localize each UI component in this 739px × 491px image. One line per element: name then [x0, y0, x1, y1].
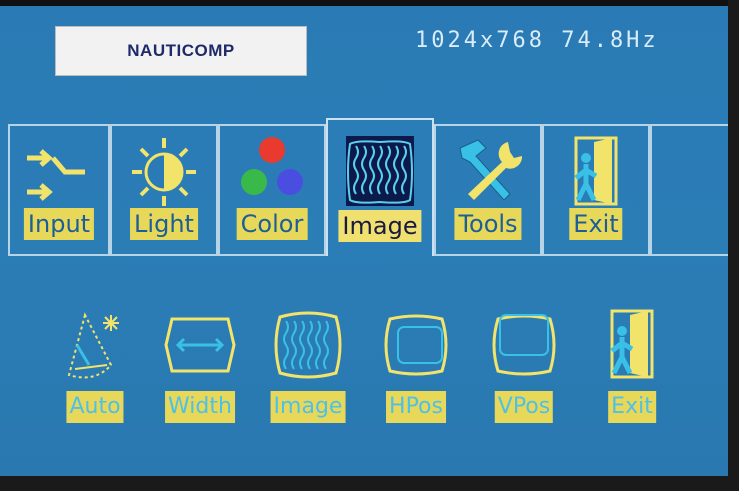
- vposition-icon: [492, 314, 556, 376]
- image-waves-icon: [346, 136, 414, 206]
- width-icon: [164, 317, 236, 373]
- hammer-wrench-icon: [459, 139, 523, 201]
- tab-tools[interactable]: Tools: [434, 126, 542, 254]
- submenu-label: HPos: [386, 391, 446, 423]
- monitor-bezel-top: [0, 0, 739, 6]
- submenu-vpos[interactable]: VPos: [474, 305, 574, 425]
- monitor-bezel-bottom: [0, 476, 739, 491]
- tab-label: Image: [338, 210, 422, 242]
- tab-label: Tools: [454, 208, 522, 240]
- tab-image[interactable]: Image: [326, 118, 434, 256]
- tab-label: Input: [23, 208, 95, 240]
- submenu-hpos[interactable]: HPos: [366, 305, 466, 425]
- tab-label: Color: [236, 208, 308, 240]
- submenu-label: Width: [165, 391, 235, 423]
- resolution-readout: 1024x768 74.8Hz: [415, 28, 659, 53]
- submenu-exit[interactable]: Exit: [582, 305, 682, 425]
- door-exit-icon: [574, 136, 618, 206]
- tab-color[interactable]: Color: [218, 126, 326, 254]
- tab-exit[interactable]: Exit: [542, 126, 650, 254]
- monitor-bezel-right: [728, 0, 739, 491]
- tab-empty-slot: [650, 126, 728, 254]
- hposition-icon: [384, 314, 448, 376]
- submenu-auto[interactable]: Auto: [45, 305, 145, 425]
- submenu-label: Exit: [608, 391, 656, 423]
- osd-screen: NAUTICOMP 1024x768 74.8Hz Input Light Co…: [0, 0, 739, 491]
- brightness-sun-icon: [132, 138, 196, 206]
- brand-logo: NAUTICOMP: [55, 26, 307, 76]
- rgb-circles-icon: [241, 137, 303, 195]
- image-phase-icon: [274, 311, 342, 379]
- tab-input[interactable]: Input: [8, 126, 110, 254]
- submenu-label: Image: [270, 391, 346, 423]
- brand-logo-text: NAUTICOMP: [127, 41, 235, 60]
- input-arrows-icon: [27, 149, 85, 201]
- tab-label: Light: [130, 208, 198, 240]
- submenu-label: VPos: [494, 391, 554, 423]
- submenu-label: Auto: [66, 391, 124, 423]
- submenu-image[interactable]: Image: [258, 305, 358, 425]
- auto-adjust-icon: [67, 312, 119, 379]
- tab-label: Exit: [569, 208, 623, 240]
- submenu-width[interactable]: Width: [150, 305, 250, 425]
- door-exit-icon: [610, 309, 654, 379]
- tab-light[interactable]: Light: [110, 126, 218, 254]
